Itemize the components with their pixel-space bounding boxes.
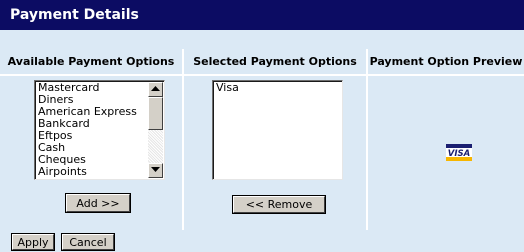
payment-preview-header: Payment Option Preview (368, 49, 524, 74)
selected-options-header: Selected Payment Options (184, 49, 366, 74)
scroll-down-arrow-icon (151, 167, 160, 172)
available-options-items: Mastercard Diners American Express Bankc… (38, 82, 137, 178)
visa-card-icon: VISA (446, 144, 472, 161)
add-button[interactable]: Add >> (66, 194, 130, 212)
scroll-down-button[interactable] (148, 163, 163, 178)
header-spacer (0, 30, 524, 49)
selected-options-items: Visa (216, 82, 239, 94)
scroll-thumb[interactable] (148, 97, 163, 130)
available-list-scrollbar[interactable] (148, 82, 163, 178)
selected-options-listbox[interactable]: Visa (212, 80, 343, 180)
remove-button[interactable]: << Remove (233, 196, 325, 213)
scroll-up-button[interactable] (148, 82, 163, 97)
list-item[interactable]: Airpoints (38, 166, 137, 178)
list-item[interactable]: Visa (216, 82, 239, 94)
scroll-up-arrow-icon (151, 86, 160, 91)
available-options-listbox[interactable]: Mastercard Diners American Express Bankc… (34, 80, 165, 180)
visa-logo: VISA (446, 144, 472, 161)
apply-button[interactable]: Apply (12, 234, 54, 250)
window-title: Payment Details (0, 0, 524, 30)
cancel-button[interactable]: Cancel (62, 234, 114, 250)
visa-logo-text: VISA (448, 149, 470, 159)
available-options-header: Available Payment Options (0, 49, 182, 74)
